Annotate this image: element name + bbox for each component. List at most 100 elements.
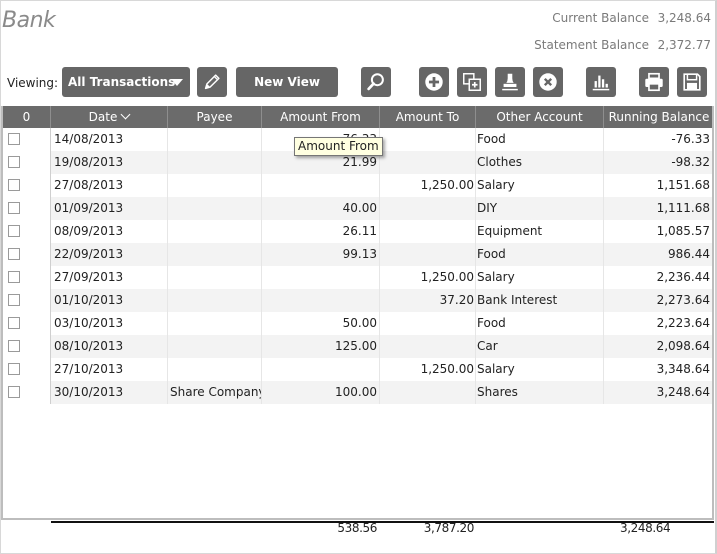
cell-other-account: DIY [476, 197, 604, 220]
column-header-label: Amount From [280, 110, 361, 124]
cell-date: 27/08/2013 [51, 174, 168, 197]
add-transaction-button[interactable] [419, 67, 449, 97]
cell-running-balance: -76.33 [671, 132, 710, 146]
cell-other-account: Clothes [476, 151, 604, 174]
cell-date: 01/09/2013 [51, 197, 168, 220]
grid-header: 0 Date Payee Amount From Amount To Other… [3, 106, 712, 128]
cell-amount-from: 26.11 [262, 220, 380, 243]
cell-amount-to: 37.20 [380, 289, 476, 312]
cell-payee: Share Company [168, 381, 262, 404]
row-checkbox[interactable] [8, 271, 20, 283]
cell-payee [168, 243, 262, 266]
column-header-select[interactable]: 0 [3, 106, 51, 128]
row-checkbox[interactable] [8, 317, 20, 329]
cell-other-account: Car [476, 335, 604, 358]
column-header-amount-to[interactable]: Amount To [380, 106, 476, 128]
cell-running-balance: 2,223.64 [656, 316, 710, 330]
row-checkbox[interactable] [8, 179, 20, 191]
row-checkbox[interactable] [8, 386, 20, 398]
table-row[interactable]: 22/09/2013 99.13 Food 986.44 [3, 243, 712, 266]
duplicate-icon [463, 73, 481, 91]
cell-amount-to: 1,250.00 [380, 174, 476, 197]
row-checkbox[interactable] [8, 225, 20, 237]
table-row[interactable]: 27/10/2013 1,250.00 Salary 3,348.64 [3, 358, 712, 381]
row-checkbox[interactable] [8, 340, 20, 352]
column-header-label: Date [88, 110, 118, 124]
cell-amount-to [380, 151, 476, 174]
cell-amount-to [380, 243, 476, 266]
cell-amount-from: 99.13 [262, 243, 380, 266]
cell-payee [168, 312, 262, 335]
cell-other-account: Salary [476, 266, 604, 289]
current-balance: Current Balance 3,248.64 [552, 11, 711, 25]
cell-date: 30/10/2013 [51, 381, 168, 404]
view-select-dropdown[interactable]: All Transactions [62, 67, 190, 97]
row-checkbox[interactable] [8, 202, 20, 214]
table-row[interactable]: 08/10/2013 125.00 Car 2,098.64 [3, 335, 712, 358]
dropdown-caret-icon [171, 79, 183, 86]
cell-running-balance: 1,151.68 [656, 178, 710, 192]
save-button[interactable] [677, 67, 707, 97]
total-amount-from: 538.56 [337, 521, 377, 535]
save-icon [683, 73, 701, 91]
row-checkbox[interactable] [8, 248, 20, 260]
cell-amount-from [262, 174, 380, 197]
total-running-balance: 3,248.64 [620, 521, 671, 535]
chart-button[interactable] [586, 67, 616, 97]
bar-chart-icon [592, 75, 610, 91]
cell-select [3, 128, 51, 151]
cell-amount-to [380, 128, 476, 151]
column-header-running-balance[interactable]: Running Balance [604, 106, 712, 128]
edit-view-button[interactable] [197, 67, 227, 97]
table-row[interactable]: 08/09/2013 26.11 Equipment 1,085.57 [3, 220, 712, 243]
viewing-label: Viewing: [7, 76, 59, 90]
cell-date: 01/10/2013 [51, 289, 168, 312]
cell-other-account: Equipment [476, 220, 604, 243]
cell-select [3, 243, 51, 266]
column-header-payee[interactable]: Payee [168, 106, 262, 128]
cell-other-account: Salary [476, 174, 604, 197]
cell-running-balance: 986.44 [668, 247, 710, 261]
column-header-label: Amount To [395, 110, 460, 124]
delete-transaction-button[interactable] [533, 67, 563, 97]
table-row[interactable]: 27/08/2013 1,250.00 Salary 1,151.68 [3, 174, 712, 197]
cell-select [3, 266, 51, 289]
cell-payee [168, 197, 262, 220]
cell-date: 27/10/2013 [51, 358, 168, 381]
transactions-grid: 0 Date Payee Amount From Amount To Other… [1, 106, 714, 520]
table-row[interactable]: 03/10/2013 50.00 Food 2,223.64 [3, 312, 712, 335]
new-view-button[interactable]: New View [236, 67, 338, 97]
cell-amount-from: 40.00 [262, 197, 380, 220]
column-header-date[interactable]: Date [51, 106, 168, 128]
table-row[interactable]: 01/09/2013 40.00 DIY 1,111.68 [3, 197, 712, 220]
table-row[interactable]: 01/10/2013 37.20 Bank Interest 2,273.64 [3, 289, 712, 312]
cell-select [3, 289, 51, 312]
grid-body: 14/08/201376.33Food-76.3319/08/201321.99… [3, 128, 712, 404]
column-header-label: 0 [22, 110, 31, 124]
row-checkbox[interactable] [8, 294, 20, 306]
table-row[interactable]: 27/09/2013 1,250.00 Salary 2,236.44 [3, 266, 712, 289]
cell-date: 14/08/2013 [51, 128, 168, 151]
cell-running-balance: 1,111.68 [656, 201, 710, 215]
row-checkbox[interactable] [8, 156, 20, 168]
view-select-value: All Transactions [68, 75, 176, 89]
search-icon [367, 73, 384, 91]
print-button[interactable] [639, 67, 669, 97]
column-header-label: Other Account [496, 110, 583, 124]
cell-amount-to [380, 220, 476, 243]
cell-payee [168, 151, 262, 174]
cell-other-account: Salary [476, 358, 604, 381]
row-checkbox[interactable] [8, 133, 20, 145]
cell-amount-from: 125.00 [262, 335, 380, 358]
column-header-amount-from[interactable]: Amount From [262, 106, 380, 128]
cell-other-account: Bank Interest [476, 289, 604, 312]
row-checkbox[interactable] [8, 363, 20, 375]
cell-amount-from: 50.00 [262, 312, 380, 335]
column-header-other-account[interactable]: Other Account [476, 106, 604, 128]
search-button[interactable] [361, 67, 391, 97]
duplicate-transaction-button[interactable] [457, 67, 487, 97]
cell-running-balance: 1,085.57 [656, 224, 710, 238]
reconcile-button[interactable] [495, 67, 525, 97]
table-row[interactable]: 30/10/2013 Share Company 100.00 Shares 3,248… [3, 381, 712, 404]
cell-other-account: Food [476, 243, 604, 266]
